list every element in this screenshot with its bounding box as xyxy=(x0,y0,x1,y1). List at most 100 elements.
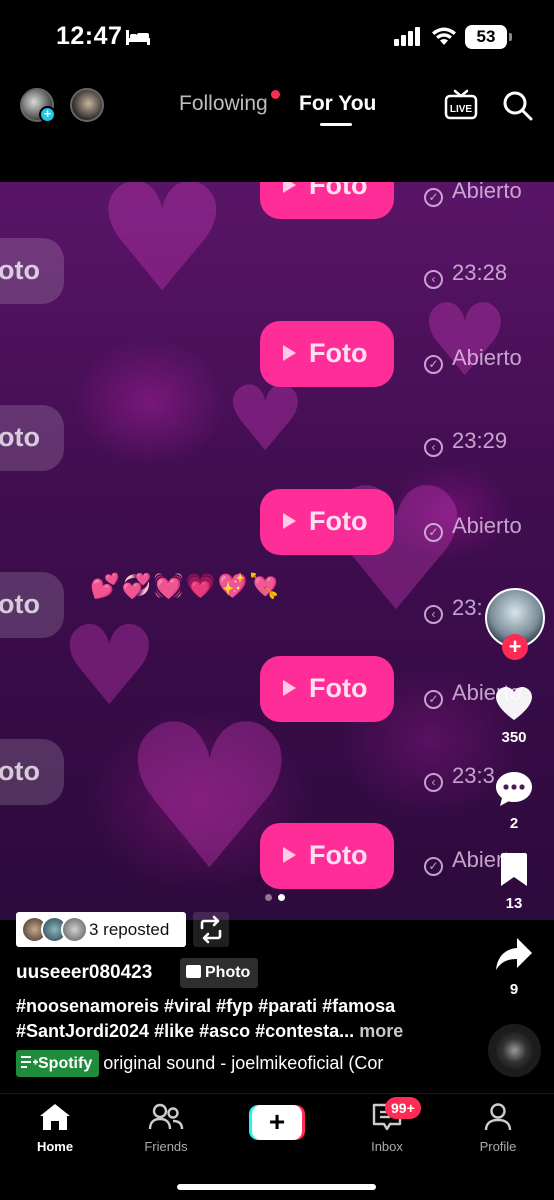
nav-profile[interactable]: Profile xyxy=(453,1102,543,1154)
foto-message-bubble: Foto xyxy=(260,656,394,722)
spotify-badge[interactable]: Spotify xyxy=(16,1050,100,1077)
caption-more-link[interactable]: more xyxy=(359,1021,403,1041)
foto-label: Foto xyxy=(309,182,368,200)
following-notification-dot xyxy=(271,90,280,99)
story-avatar-friend[interactable] xyxy=(70,88,104,122)
caption-line-2: #SantJordi2024 #like #asco #contesta... xyxy=(16,1021,355,1041)
nav-inbox-label: Inbox xyxy=(371,1139,403,1154)
spotify-label: Spotify xyxy=(38,1055,93,1072)
nav-profile-label: Profile xyxy=(479,1139,517,1154)
check-circle-icon: ✓ xyxy=(424,188,443,207)
bookmark-count: 13 xyxy=(505,895,523,912)
search-icon[interactable] xyxy=(502,90,534,122)
page-dot[interactable] xyxy=(265,894,272,901)
friends-icon xyxy=(148,1103,184,1130)
incoming-foto-bubble: oto xyxy=(0,572,64,638)
repost-button[interactable] xyxy=(193,912,229,947)
check-circle-icon: ✓ xyxy=(424,523,443,542)
caption-line-1: #noosenamoreis #viral #fyp #parati #famo… xyxy=(16,996,396,1016)
battery-indicator: 53 xyxy=(465,25,512,49)
incoming-foto-label: oto xyxy=(0,756,40,786)
home-icon xyxy=(40,1104,70,1130)
share-count: 9 xyxy=(509,981,519,998)
live-tv-icon[interactable]: LIVE xyxy=(444,88,478,122)
foto-message-bubble: Foto xyxy=(260,823,394,889)
foto-label: Foto xyxy=(309,673,368,703)
check-circle-icon: ✓ xyxy=(424,355,443,374)
play-icon xyxy=(283,513,296,529)
carousel-page-dots xyxy=(265,888,291,906)
arrow-left-circle-icon: ‹ xyxy=(424,605,443,624)
heart-icon xyxy=(496,687,532,720)
hearts-sticker-row: 💕💞💓💗💖💘 xyxy=(90,572,282,600)
arrow-left-circle-icon: ‹ xyxy=(424,438,443,457)
background-heart: ♥ xyxy=(420,282,510,399)
reposted-by-pill[interactable]: 3 reposted xyxy=(16,912,186,947)
repost-arrows-icon xyxy=(200,915,222,944)
foto-message-bubble: Foto xyxy=(260,321,394,387)
profile-icon xyxy=(484,1103,512,1131)
status-time: 12:47 xyxy=(56,22,123,50)
message-status: ✓ Abierto xyxy=(424,182,522,208)
photo-mode-tag: Photo xyxy=(180,958,259,988)
message-status: ✓ Abierto xyxy=(424,513,522,543)
share-arrow-icon xyxy=(496,938,532,970)
check-circle-icon: ✓ xyxy=(424,690,443,709)
message-time: ‹ 23:29 xyxy=(424,428,507,458)
add-to-playlist-icon xyxy=(21,1056,38,1068)
arrow-left-circle-icon: ‹ xyxy=(424,773,443,792)
add-story-icon[interactable]: + xyxy=(39,106,56,123)
comment-count: 2 xyxy=(509,815,519,832)
arrow-left-circle-icon: ‹ xyxy=(424,270,443,289)
incoming-foto-label: oto xyxy=(0,589,40,619)
sound-disc-avatar[interactable] xyxy=(488,1024,541,1077)
foto-message-bubble: Foto xyxy=(260,182,394,219)
nav-friends[interactable]: Friends xyxy=(121,1102,211,1154)
incoming-foto-bubble: oto xyxy=(0,405,64,471)
create-post-button[interactable]: + xyxy=(249,1105,305,1140)
nav-friends-label: Friends xyxy=(144,1139,188,1154)
comment-button[interactable]: 2 xyxy=(488,770,540,832)
bookmark-button[interactable]: 13 xyxy=(488,852,540,912)
play-icon xyxy=(283,680,296,696)
tab-for-you[interactable]: For You xyxy=(299,92,376,116)
background-heart: ♥ xyxy=(95,182,230,326)
photo-tag-label: Photo xyxy=(205,964,251,981)
bookmark-icon xyxy=(501,853,527,886)
like-button[interactable]: 350 xyxy=(488,686,540,746)
post-photo[interactable]: ♥ ♥ ♥ ♥ ♥ ♥ Foto ✓ Abierto oto ‹ 23:28 Fot… xyxy=(0,182,554,920)
sleep-focus-icon xyxy=(126,30,150,45)
page-dot-active[interactable] xyxy=(278,894,285,901)
tab-following[interactable]: Following xyxy=(179,92,268,116)
message-time: ‹ 23:28 xyxy=(424,260,507,290)
home-indicator[interactable] xyxy=(177,1184,376,1190)
sound-title: original sound - joelmikeoficial (Cor xyxy=(103,1053,384,1073)
share-button[interactable]: 9 xyxy=(488,936,540,998)
sound-row[interactable]: Spotify original sound - joelmikeoficial… xyxy=(16,1050,456,1078)
inbox-unread-badge: 99+ xyxy=(385,1097,421,1119)
nav-home[interactable]: Home xyxy=(10,1102,100,1154)
plus-icon: + xyxy=(252,1105,302,1140)
foto-label: Foto xyxy=(309,338,368,368)
status-bar: 12:47 53 xyxy=(0,0,554,76)
image-icon xyxy=(186,965,201,978)
message-time: ‹ 23: xyxy=(424,595,483,625)
incoming-foto-bubble: oto xyxy=(0,739,64,805)
wifi-icon xyxy=(432,27,456,45)
check-circle-icon: ✓ xyxy=(424,857,443,876)
post-caption[interactable]: #noosenamoreis #viral #fyp #parati #famo… xyxy=(16,994,456,1044)
incoming-foto-label: oto xyxy=(0,422,40,452)
message-status: ✓ Abierto xyxy=(424,345,522,375)
message-time: ‹ 23:3 xyxy=(424,763,495,793)
tab-active-indicator xyxy=(320,123,352,126)
incoming-foto-label: oto xyxy=(0,255,40,285)
foto-label: Foto xyxy=(309,506,368,536)
follow-plus-button[interactable]: + xyxy=(502,634,528,660)
author-username[interactable]: uuseeer080423 xyxy=(16,962,152,984)
repost-count-text: 3 reposted xyxy=(89,920,170,939)
foto-label: Foto xyxy=(309,840,368,870)
reposter-avatar xyxy=(61,916,88,943)
foto-message-bubble: Foto xyxy=(260,489,394,555)
play-icon xyxy=(283,847,296,863)
svg-text:LIVE: LIVE xyxy=(450,104,473,115)
